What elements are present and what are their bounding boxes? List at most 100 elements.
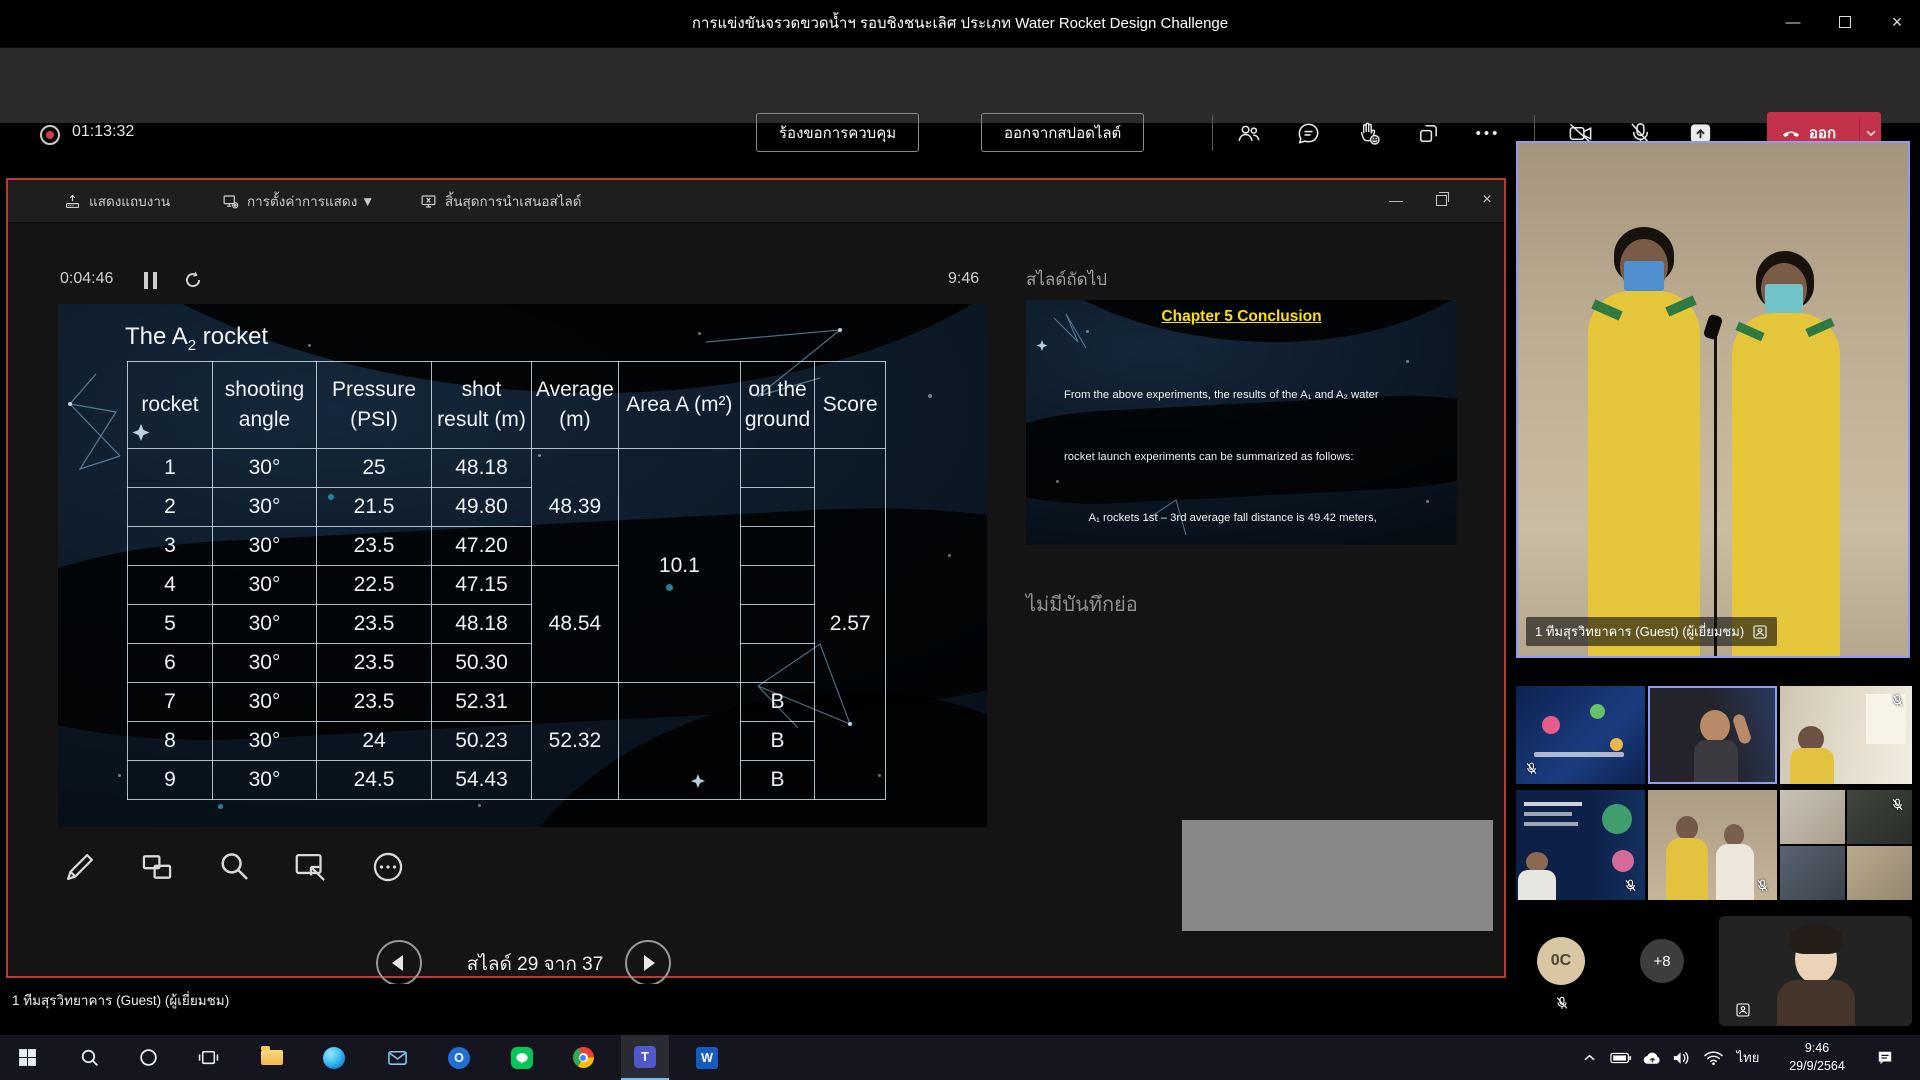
- table-cell: 50.23: [432, 722, 532, 761]
- taskbar-search-button[interactable]: [65, 1035, 113, 1080]
- table-cell-area-a-empty: [618, 683, 740, 800]
- task-view-button[interactable]: [184, 1035, 232, 1080]
- zoom-tool-button[interactable]: [212, 845, 256, 889]
- chat-button[interactable]: [1286, 111, 1330, 155]
- ppt-close-button[interactable]: ×: [1470, 186, 1504, 214]
- pen-tool-button[interactable]: [58, 845, 102, 889]
- arrow-left-icon: [392, 955, 403, 971]
- mic-off-icon: [1554, 995, 1570, 1011]
- table-row: 3 30° 23.5 47.20: [128, 527, 886, 566]
- window-close-button[interactable]: ×: [1874, 2, 1920, 42]
- table-row: 8 30° 24 50.23 B: [128, 722, 886, 761]
- mail-button[interactable]: [373, 1035, 421, 1080]
- participant-thumbnail-grid[interactable]: [1780, 790, 1912, 900]
- more-slide-options-button[interactable]: [366, 845, 410, 889]
- participant-thumbnail[interactable]: [1516, 790, 1645, 900]
- meeting-toolbar: 01:13:32 ร้องขอการควบคุม ออกจากสปอดไลต์ …: [0, 47, 1920, 123]
- participant-thumbnail-speaking[interactable]: [1648, 686, 1777, 784]
- onedrive-tray-icon[interactable]: [1638, 1035, 1666, 1080]
- table-row: 7 30° 23.5 52.31 52.32 B: [128, 683, 886, 722]
- window-restore-button[interactable]: [1822, 2, 1868, 42]
- request-control-button[interactable]: ร้องขอการควบคุม: [756, 113, 919, 152]
- mic-off-icon: [1890, 797, 1905, 812]
- volume-tray-icon[interactable]: [1668, 1035, 1696, 1080]
- table-cell: 47.15: [432, 566, 532, 605]
- search-icon: [79, 1047, 100, 1068]
- previous-slide-button[interactable]: [376, 940, 422, 986]
- overflow-participant-avatar[interactable]: 0C: [1537, 937, 1585, 985]
- table-cell: 23.5: [317, 527, 432, 566]
- next-slide-button[interactable]: [625, 940, 671, 986]
- meeting-timer: 01:13:32: [72, 123, 134, 141]
- mic-off-icon: [1623, 878, 1638, 893]
- ppt-display-settings-button[interactable]: การตั้งค่าการแสดง ▼: [222, 188, 374, 214]
- table-row: 6 30° 23.5 50.30: [128, 644, 886, 683]
- table-cell: 30°: [213, 605, 317, 644]
- table-cell: 25: [317, 449, 432, 488]
- wifi-tray-icon[interactable]: [1699, 1035, 1727, 1080]
- replay-button[interactable]: [182, 269, 204, 291]
- action-center-button[interactable]: [1868, 1035, 1902, 1080]
- table-cell: 9: [128, 761, 213, 800]
- cortana-button[interactable]: [124, 1035, 172, 1080]
- start-button[interactable]: [3, 1035, 51, 1080]
- exit-spotlight-button[interactable]: ออกจากสปอดไลต์: [981, 113, 1144, 152]
- raise-hand-button[interactable]: [1346, 111, 1390, 155]
- table-cell: 6: [128, 644, 213, 683]
- participant-thumbnail[interactable]: [1780, 686, 1912, 784]
- next-slide-preview: Chapter 5 Conclusion From the above expe…: [1026, 300, 1457, 545]
- table-cell: 30°: [213, 488, 317, 527]
- breakout-rooms-button[interactable]: [1406, 111, 1450, 155]
- participants-button[interactable]: [1226, 111, 1270, 155]
- table-cell: 22.5: [317, 566, 432, 605]
- participant-thumbnail[interactable]: [1648, 790, 1777, 900]
- table-cell: 24.5: [317, 761, 432, 800]
- more-participants-badge[interactable]: +8: [1640, 939, 1684, 983]
- cortana-icon: [138, 1047, 159, 1068]
- outlook-button[interactable]: O: [435, 1035, 483, 1080]
- table-cell: 30°: [213, 566, 317, 605]
- chrome-icon: [573, 1047, 594, 1068]
- table-cell: [740, 527, 814, 566]
- slide-thumbnails-button[interactable]: [135, 845, 179, 889]
- laser-pointer-button[interactable]: [289, 845, 333, 889]
- table-cell: [740, 644, 814, 683]
- battery-tray-icon[interactable]: [1606, 1035, 1636, 1080]
- word-button[interactable]: W: [683, 1035, 731, 1080]
- ppt-end-slideshow-button[interactable]: สิ้นสุดการนำเสนอสไลด์: [420, 188, 582, 214]
- magnifier-icon: [215, 848, 253, 886]
- more-options-button[interactable]: •••: [1466, 111, 1510, 155]
- slide-position-label: สไลด์ 29 จาก 37: [455, 949, 615, 979]
- line-button[interactable]: [498, 1035, 546, 1080]
- spotlight-icon: [1752, 624, 1768, 640]
- chrome-button[interactable]: [559, 1035, 607, 1080]
- language-indicator[interactable]: ไทย: [1730, 1035, 1766, 1080]
- outlook-icon: O: [448, 1047, 470, 1069]
- show-taskbar-icon: [64, 193, 81, 210]
- microphone: [1703, 313, 1724, 340]
- table-cell: [740, 566, 814, 605]
- tray-expand-button[interactable]: [1576, 1035, 1602, 1080]
- table-cell: 1: [128, 449, 213, 488]
- replay-icon: [182, 269, 204, 291]
- self-video-tile[interactable]: [1719, 916, 1912, 1026]
- table-header: Score: [815, 362, 886, 449]
- taskbar-clock[interactable]: 9:46 29/9/2564: [1772, 1039, 1862, 1075]
- table-cell: [740, 605, 814, 644]
- main-participant-name-overlay: 1 ทีมสุรวิทยาคาร (Guest) (ผู้เยี่ยมชม): [1526, 617, 1777, 646]
- people-icon: [1235, 120, 1262, 147]
- file-explorer-button[interactable]: [248, 1035, 296, 1080]
- slide-title: The A2 rocket: [125, 323, 268, 354]
- ppt-minimize-button[interactable]: —: [1379, 186, 1413, 214]
- window-minimize-button[interactable]: —: [1770, 2, 1816, 42]
- next-slide-body: From the above experiments, the results …: [1064, 344, 1407, 545]
- main-participant-video[interactable]: 1 ทีมสุรวิทยาคาร (Guest) (ผู้เยี่ยมชม): [1516, 141, 1910, 658]
- ppt-restore-button[interactable]: [1424, 186, 1458, 214]
- table-cell: 5: [128, 605, 213, 644]
- ppt-show-taskbar-button[interactable]: แสดงแถบงาน: [64, 188, 170, 214]
- playback-elapsed-time: 0:04:46: [60, 270, 113, 288]
- teams-button-active[interactable]: T: [621, 1035, 669, 1080]
- participant-thumbnail[interactable]: [1516, 686, 1645, 784]
- pause-button[interactable]: [144, 272, 162, 290]
- edge-button[interactable]: [310, 1035, 358, 1080]
